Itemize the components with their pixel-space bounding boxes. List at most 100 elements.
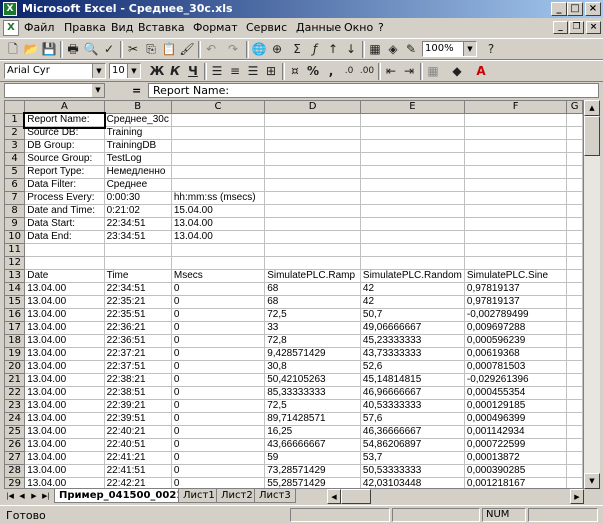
cell-f[interactable] [464, 126, 568, 140]
cell-f[interactable]: 0,00619368 [464, 347, 568, 361]
cell-c[interactable] [171, 126, 266, 140]
cell-d[interactable]: 85,33333333 [264, 386, 361, 400]
cell-g[interactable] [566, 295, 583, 309]
cell-b[interactable]: 22:35:51 [104, 308, 172, 322]
cell-e[interactable] [360, 204, 465, 218]
cell-f[interactable] [464, 217, 568, 231]
row-header[interactable]: 7 [5, 191, 26, 205]
cell-f[interactable] [464, 178, 568, 192]
print-icon[interactable]: 🖶 [64, 41, 82, 58]
cell-d[interactable] [264, 217, 361, 231]
sheet-tab-list3[interactable]: Лист3 [254, 489, 296, 503]
cell-e[interactable]: 54,86206897 [360, 438, 465, 452]
decrease-decimal-icon[interactable]: .00 [358, 63, 376, 80]
cell-f[interactable]: 0,000781503 [464, 360, 568, 374]
cell-b[interactable]: Среднее_30с [104, 113, 172, 127]
cell-f[interactable] [464, 139, 568, 153]
cell-a[interactable]: Data Filter: [24, 178, 105, 192]
cell-a[interactable]: Report Name: [22, 111, 107, 129]
cell-c[interactable]: 0 [171, 360, 266, 374]
cell-f[interactable] [464, 152, 568, 166]
cell-b[interactable]: 22:37:21 [104, 347, 172, 361]
row-header[interactable]: 24 [5, 412, 26, 426]
cell-g[interactable] [566, 191, 583, 205]
cell-c[interactable]: 0 [171, 477, 266, 488]
cell-e[interactable]: 46,36666667 [360, 425, 465, 439]
cell-g[interactable] [566, 230, 583, 244]
row-header[interactable]: 5 [5, 165, 26, 179]
cell-b[interactable]: TrainingDB [104, 139, 172, 153]
cell-b[interactable]: Среднее [104, 178, 172, 192]
cell-b[interactable]: 22:39:21 [104, 399, 172, 413]
formula-input[interactable]: Report Name: [148, 83, 599, 98]
open-icon[interactable]: 📂 [22, 41, 40, 58]
cell-a[interactable]: 13.04.00 [24, 425, 105, 439]
cell-f[interactable] [464, 165, 568, 179]
row-header[interactable]: 6 [5, 178, 26, 192]
cell-a[interactable]: 13.04.00 [24, 451, 105, 465]
cell-b[interactable]: 22:37:51 [104, 360, 172, 374]
cell-g[interactable] [566, 399, 583, 413]
cell-e[interactable] [360, 165, 465, 179]
cell-f[interactable]: 0,009697288 [464, 321, 568, 335]
format-painter-icon[interactable]: 🖌 [178, 41, 196, 58]
font-size-select[interactable]: 10 ▼ [109, 63, 141, 79]
cell-f[interactable]: 0,000455354 [464, 386, 568, 400]
row-header[interactable]: 15 [5, 295, 26, 309]
spelling-icon[interactable]: ✓ [100, 41, 118, 58]
cell-g[interactable] [566, 412, 583, 426]
row-header[interactable]: 29 [5, 477, 26, 488]
cell-g[interactable] [566, 425, 583, 439]
cell-b[interactable]: 22:38:51 [104, 386, 172, 400]
cell-d[interactable] [264, 230, 361, 244]
decrease-indent-icon[interactable]: ⇤ [382, 63, 400, 80]
row-header[interactable]: 18 [5, 334, 26, 348]
cell-d[interactable]: 55,28571429 [264, 477, 361, 488]
cell-c[interactable]: 0 [171, 451, 266, 465]
sheet-tab-list2[interactable]: Лист2 [216, 489, 258, 503]
function-icon[interactable]: ƒ [306, 41, 324, 58]
cell-a[interactable]: 13.04.00 [24, 295, 105, 309]
align-left-icon[interactable]: ☰ [208, 63, 226, 80]
cell-b[interactable]: 22:38:21 [104, 373, 172, 387]
cell-f[interactable]: SimulatePLC.Sine [464, 269, 568, 283]
cell-e[interactable]: 52,6 [360, 360, 465, 374]
cell-b[interactable]: 0:21:02 [104, 204, 172, 218]
cell-a[interactable]: 13.04.00 [24, 321, 105, 335]
worksheet-grid[interactable]: A B C D E F G 1 Report Name: Среднее_30с 2 S… [4, 100, 584, 489]
menu-data[interactable]: Данные [296, 21, 341, 34]
cell-e[interactable] [360, 178, 465, 192]
cell-c[interactable]: 15.04.00 [171, 204, 266, 218]
cell-e[interactable]: 42 [360, 295, 465, 309]
cell-f[interactable]: 0,000596239 [464, 334, 568, 348]
increase-indent-icon[interactable]: ⇥ [400, 63, 418, 80]
cell-c[interactable]: 0 [171, 334, 266, 348]
cell-b[interactable]: Training [104, 126, 172, 140]
equals-icon[interactable]: = [132, 84, 141, 97]
cell-f[interactable] [464, 191, 568, 205]
cell-c[interactable]: 0 [171, 295, 266, 309]
cell-b[interactable]: 22:34:51 [104, 282, 172, 296]
cell-d[interactable] [264, 256, 361, 270]
paste-icon[interactable]: 📋 [160, 41, 178, 58]
cell-a[interactable]: 13.04.00 [24, 438, 105, 452]
autosum-icon[interactable]: Σ [288, 41, 306, 58]
copy-icon[interactable]: ⎘ [142, 41, 160, 58]
row-header[interactable]: 25 [5, 425, 26, 439]
cut-icon[interactable]: ✂ [124, 41, 142, 58]
menu-edit[interactable]: Правка [64, 21, 106, 34]
column-header-c[interactable]: C [171, 101, 266, 114]
increase-decimal-icon[interactable]: .0 [340, 63, 358, 80]
row-header[interactable]: 19 [5, 347, 26, 361]
cell-f[interactable]: 0,97819137 [464, 282, 568, 296]
cell-d[interactable] [264, 126, 361, 140]
cell-a[interactable]: 13.04.00 [24, 308, 105, 322]
cell-d[interactable]: 73,28571429 [264, 464, 361, 478]
cell-b[interactable] [104, 256, 172, 270]
cell-d[interactable]: 16,25 [264, 425, 361, 439]
cell-c[interactable]: 0 [171, 425, 266, 439]
cell-g[interactable] [566, 243, 583, 257]
cell-d[interactable]: 43,66666667 [264, 438, 361, 452]
cell-f[interactable]: 0,001218167 [464, 477, 568, 488]
cell-g[interactable] [566, 152, 583, 166]
